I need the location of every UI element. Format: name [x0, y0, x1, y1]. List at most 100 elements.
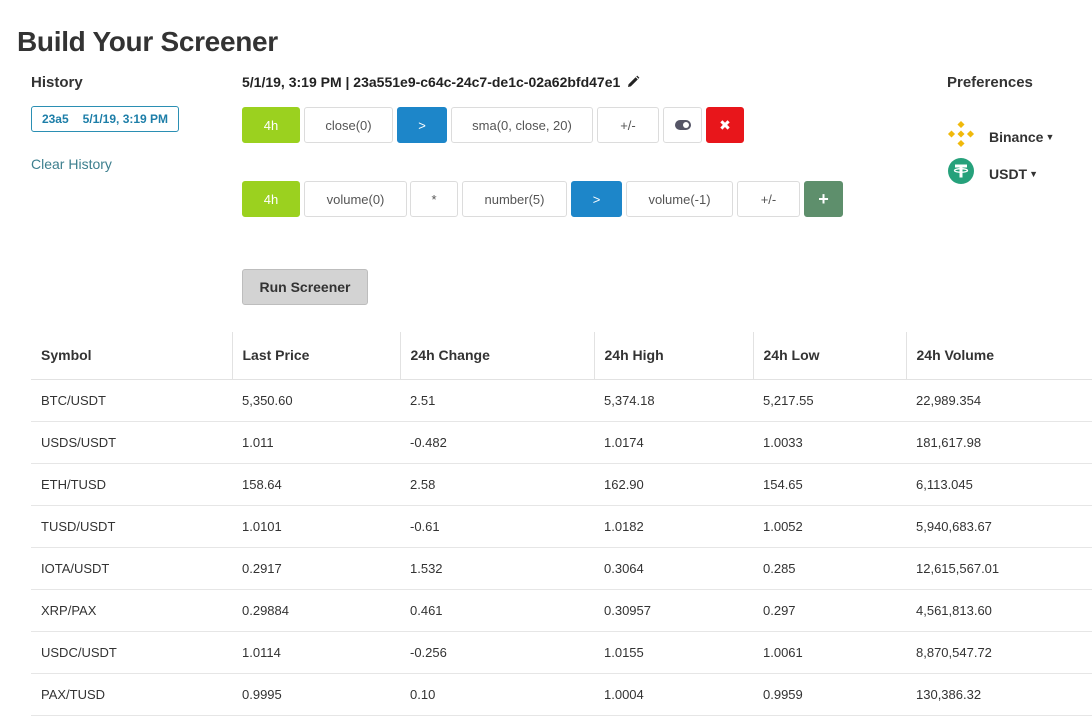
clear-history-link[interactable]: Clear History	[31, 156, 112, 172]
timeframe-button[interactable]: 4h	[242, 181, 300, 217]
table-cell: 5,350.60	[232, 379, 400, 422]
indicator-token[interactable]: close(0)	[304, 107, 393, 143]
toggle-icon	[674, 120, 691, 130]
table-cell: ETH/TUSD	[31, 463, 232, 506]
quote-currency-label: USDT	[989, 165, 1028, 182]
table-cell: 130,386.32	[906, 673, 1092, 716]
table-header-row: Symbol Last Price 24h Change 24h High 24…	[31, 332, 1092, 380]
history-item[interactable]: 23a5 5/1/19, 3:19 PM	[31, 106, 179, 132]
table-cell: IOTA/USDT	[31, 547, 232, 590]
table-cell: 1.0174	[594, 421, 753, 464]
table-cell: 5,940,683.67	[906, 505, 1092, 548]
table-cell: 0.30957	[594, 589, 753, 632]
table-cell: 22,989.354	[906, 379, 1092, 422]
table-row[interactable]: PAX/TUSD 0.9995 0.10 1.0004 0.9959 130,386.32	[31, 673, 1092, 716]
table-row[interactable]: ETH/TUSD 158.64 2.58 162.90 154.65 6,113.045	[31, 463, 1092, 506]
timeframe-button[interactable]: 4h	[242, 107, 300, 143]
table-cell: USDS/USDT	[31, 421, 232, 464]
table-cell: 2.58	[400, 463, 594, 506]
delete-condition-button[interactable]: ✖	[706, 107, 744, 143]
quote-currency-select[interactable]: USDT ▼	[947, 157, 1038, 190]
binance-icon	[947, 120, 975, 153]
table-row[interactable]: USDS/USDT 1.011 -0.482 1.0174 1.0033 181,617.…	[31, 421, 1092, 464]
tether-icon	[947, 157, 975, 190]
table-cell: 1.0155	[594, 631, 753, 674]
column-header[interactable]: 24h Volume	[905, 332, 1092, 380]
screener-title: 5/1/19, 3:19 PM | 23a551e9-c64c-24c7-de1…	[242, 74, 621, 90]
table-cell: 5,217.55	[753, 379, 906, 422]
history-item-date: 5/1/19, 3:19 PM	[82, 112, 169, 126]
table-cell: 1.0052	[753, 505, 906, 548]
preferences-heading: Preferences	[947, 74, 1033, 91]
table-cell: XRP/PAX	[31, 589, 232, 632]
history-item-id: 23a5	[41, 112, 69, 126]
table-cell: 1.0182	[594, 505, 753, 548]
expand-operator-button[interactable]: +/-	[737, 181, 800, 217]
table-cell: TUSD/USDT	[31, 505, 232, 548]
table-row[interactable]: XRP/PAX 0.29884 0.461 0.30957 0.297 4,561,813…	[31, 589, 1092, 632]
toggle-button[interactable]	[663, 107, 702, 143]
table-cell: 4,561,813.60	[906, 589, 1092, 632]
table-cell: 162.90	[594, 463, 753, 506]
table-cell: 0.3064	[594, 547, 753, 590]
caret-down-icon: ▼	[1045, 131, 1055, 142]
table-cell: 1.0004	[594, 673, 753, 716]
table-cell: -0.256	[400, 631, 594, 674]
table-cell: 0.9995	[232, 673, 400, 716]
table-cell: 1.0033	[753, 421, 906, 464]
table-cell: 2.51	[400, 379, 594, 422]
table-cell: 1.0061	[753, 631, 906, 674]
exchange-label: Binance	[989, 128, 1044, 145]
table-cell: -0.482	[400, 421, 594, 464]
table-cell: 1.532	[400, 547, 594, 590]
table-body: BTC/USDT 5,350.60 2.51 5,374.18 5,217.55 22,9…	[31, 379, 1092, 716]
table-cell: 1.0101	[232, 505, 400, 548]
table-cell: BTC/USDT	[31, 379, 232, 422]
table-cell: 0.10	[400, 673, 594, 716]
history-heading: History	[31, 74, 83, 91]
column-header[interactable]: 24h Change	[399, 332, 594, 380]
page-title: Build Your Screener	[17, 26, 278, 57]
column-header[interactable]: 24h High	[593, 332, 753, 380]
table-row[interactable]: IOTA/USDT 0.2917 1.532 0.3064 0.285 12,615,56…	[31, 547, 1092, 590]
table-cell: 0.461	[400, 589, 594, 632]
table-cell: 1.011	[232, 421, 400, 464]
indicator-token[interactable]: sma(0, close, 20)	[451, 107, 593, 143]
indicator-token[interactable]: volume(0)	[304, 181, 407, 217]
table-cell: 0.297	[753, 589, 906, 632]
table-row[interactable]: BTC/USDT 5,350.60 2.51 5,374.18 5,217.55 22,9…	[31, 379, 1092, 422]
table-cell: 154.65	[753, 463, 906, 506]
table-cell: 0.29884	[232, 589, 400, 632]
exchange-select[interactable]: Binance ▼	[947, 120, 1054, 153]
column-header[interactable]: Last Price	[231, 332, 400, 380]
table-cell: 158.64	[232, 463, 400, 506]
indicator-token[interactable]: volume(-1)	[626, 181, 733, 217]
table-cell: 6,113.045	[906, 463, 1092, 506]
indicator-token[interactable]: number(5)	[462, 181, 567, 217]
table-row[interactable]: USDC/USDT 1.0114 -0.256 1.0155 1.0061 8,870,5…	[31, 631, 1092, 674]
expand-operator-button[interactable]: +/-	[597, 107, 659, 143]
run-screener-button[interactable]: Run Screener	[242, 269, 368, 305]
table-cell: 181,617.98	[906, 421, 1092, 464]
table-cell: USDC/USDT	[31, 631, 232, 674]
table-cell: 5,374.18	[594, 379, 753, 422]
table-row[interactable]: TUSD/USDT 1.0101 -0.61 1.0182 1.0052 5,940,68…	[31, 505, 1092, 548]
add-condition-button[interactable]: +	[804, 181, 843, 217]
table-cell: 0.9959	[753, 673, 906, 716]
operator-button[interactable]: >	[397, 107, 447, 143]
table-cell: 0.285	[753, 547, 906, 590]
table-cell: PAX/TUSD	[31, 673, 232, 716]
table-cell: 8,870,547.72	[906, 631, 1092, 674]
operator-button[interactable]: >	[571, 181, 622, 217]
table-cell: -0.61	[400, 505, 594, 548]
screener-header: 5/1/19, 3:19 PM | 23a551e9-c64c-24c7-de1…	[242, 74, 640, 90]
column-header[interactable]: 24h Low	[752, 332, 906, 380]
table-cell: 12,615,567.01	[906, 547, 1092, 590]
table-cell: 0.2917	[232, 547, 400, 590]
results-table: Symbol Last Price 24h Change 24h High 24…	[31, 332, 1092, 716]
caret-down-icon: ▼	[1029, 168, 1039, 179]
pencil-icon[interactable]	[626, 75, 640, 89]
operator-token[interactable]: *	[410, 181, 458, 217]
column-header[interactable]: Symbol	[31, 332, 232, 380]
table-cell: 1.0114	[232, 631, 400, 674]
